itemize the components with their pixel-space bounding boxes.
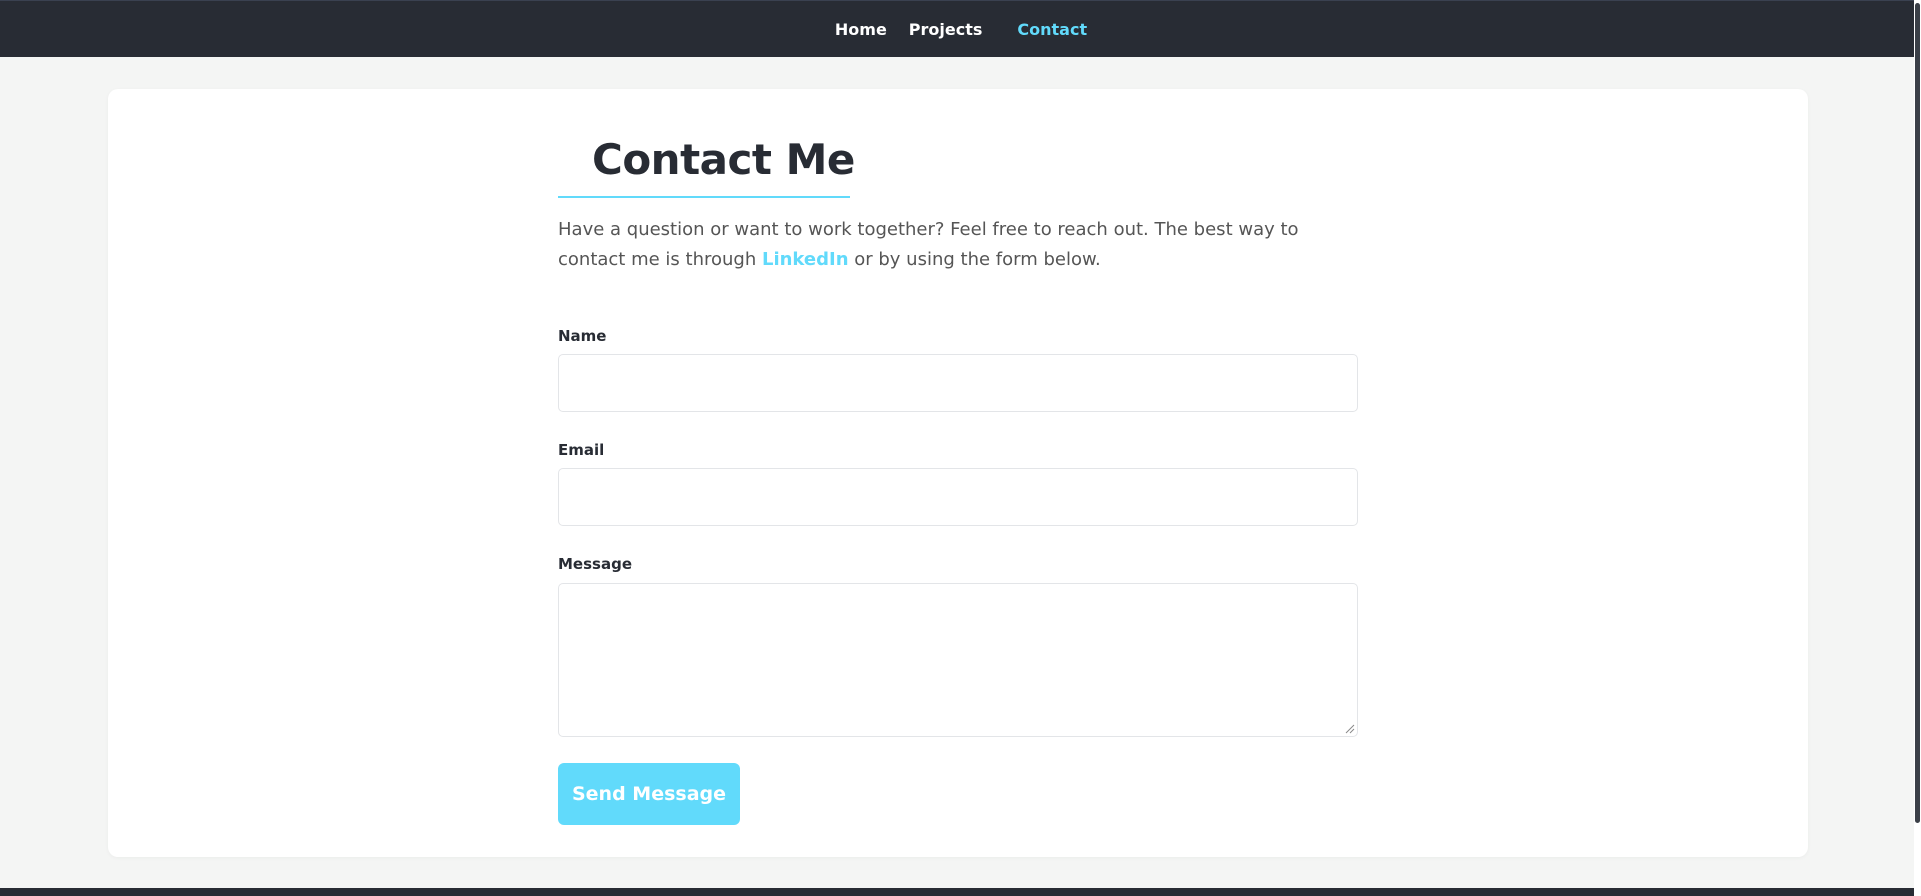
- name-input[interactable]: [558, 354, 1358, 412]
- name-label: Name: [558, 327, 607, 345]
- nav-links: Home Projects Contact: [0, 1, 1914, 58]
- nav-link-projects[interactable]: Projects: [909, 20, 983, 39]
- send-message-button[interactable]: Send Message: [558, 763, 740, 825]
- message-textarea[interactable]: [558, 583, 1358, 737]
- title-divider: [558, 196, 850, 198]
- email-label: Email: [558, 441, 605, 459]
- footer-strip: [0, 888, 1914, 896]
- linkedin-link[interactable]: LinkedIn: [762, 249, 849, 270]
- page-title: Contact Me: [592, 134, 855, 184]
- nav-link-home[interactable]: Home: [835, 20, 887, 39]
- intro-text-end: or by using the form below.: [848, 249, 1101, 270]
- message-label: Message: [558, 555, 632, 573]
- resize-handle-icon[interactable]: [1345, 724, 1355, 734]
- nav-link-contact[interactable]: Contact: [1017, 20, 1087, 39]
- email-input[interactable]: [558, 468, 1358, 526]
- intro-text: Have a question or want to work together…: [558, 215, 1318, 275]
- top-navbar: Home Projects Contact: [0, 0, 1914, 57]
- contact-card: Contact Me Have a question or want to wo…: [108, 89, 1808, 857]
- page-scrollbar[interactable]: [1914, 0, 1921, 896]
- scrollbar-thumb[interactable]: [1915, 3, 1920, 823]
- title-row: Contact Me: [558, 131, 855, 187]
